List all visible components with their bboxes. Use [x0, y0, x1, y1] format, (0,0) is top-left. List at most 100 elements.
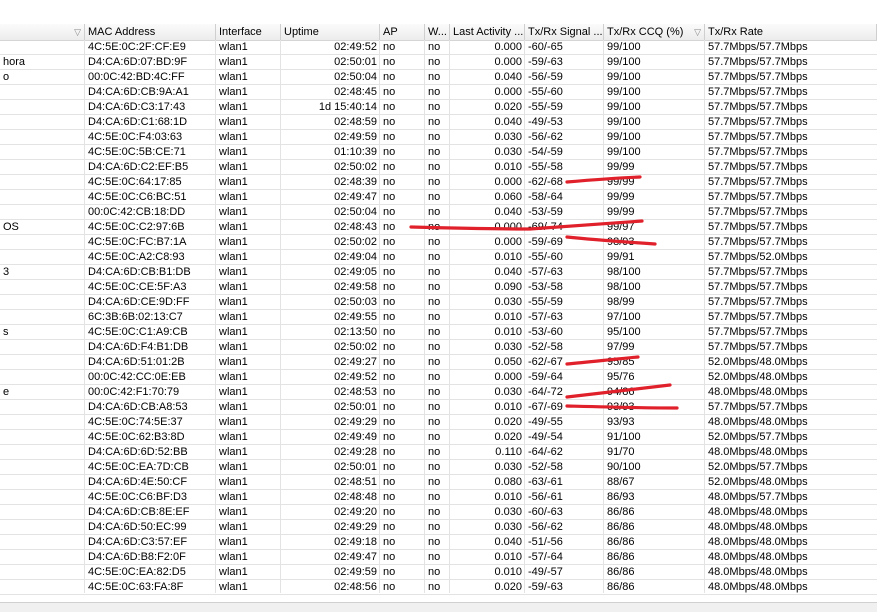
column-header-ccq[interactable]: Tx/Rx CCQ (%) ▽ — [604, 24, 705, 40]
table-row[interactable]: D4:CA:6D:B8:F2:0F wlan1 02:49:47 no no 0.010-… — [0, 550, 877, 565]
cell-uptime: 02:49:59 — [334, 566, 377, 578]
cell-w: no — [428, 131, 441, 143]
cell-sig: -49/-55 — [528, 416, 563, 428]
cell-uptime: 02:49:47 — [334, 191, 377, 203]
table-row[interactable]: 00:0C:42:CB:18:DD wlan1 02:50:04 no no 0.040-… — [0, 205, 877, 220]
table-row[interactable]: D4:CA:6D:F4:B1:DB wlan1 02:50:02 no no 0.030-… — [0, 340, 877, 355]
cell-ap: no — [383, 491, 396, 503]
cell-sig: -56/-62 — [528, 521, 563, 533]
cell-name — [0, 505, 85, 519]
table-row[interactable]: D4:CA:6D:CB:9A:A1 wlan1 02:48:45 no no 0.000-… — [0, 85, 877, 100]
column-header-sig[interactable]: Tx/Rx Signal ... — [525, 24, 604, 40]
table-row[interactable]: D4:CA:6D:C3:57:EF wlan1 02:49:18 no no 0.040-… — [0, 535, 877, 550]
column-header-mac[interactable]: MAC Address — [85, 24, 216, 40]
cell-ap: no — [383, 551, 396, 563]
cell-rate: 57.7Mbps/57.7Mbps — [708, 146, 808, 158]
cell-ap: no — [383, 536, 396, 548]
cell-sig: -56/-61 — [528, 491, 563, 503]
table-row[interactable]: OS 4C:5E:0C:C2:97:6B wlan1 02:48:43 no no 0.00… — [0, 220, 877, 235]
column-header-uptime[interactable]: Uptime — [281, 24, 380, 40]
table-row[interactable]: 4C:5E:0C:64:17:85 wlan1 02:48:39 no no 0.000-… — [0, 175, 877, 190]
column-header-ap[interactable]: AP — [380, 24, 425, 40]
cell-uptime: 02:50:01 — [334, 56, 377, 68]
table-row[interactable]: D4:CA:6D:C1:68:1D wlan1 02:48:59 no no 0.040-… — [0, 115, 877, 130]
cell-sig: -55/-60 — [528, 86, 563, 98]
cell-iface: wlan1 — [219, 236, 248, 248]
table-row[interactable]: hora D4:CA:6D:07:BD:9F wlan1 02:50:01 no no 0.… — [0, 55, 877, 70]
cell-w: no — [428, 161, 441, 173]
cell-w: no — [428, 296, 441, 308]
cell-ccq: 86/86 — [607, 566, 635, 578]
column-header-iface[interactable]: Interface — [216, 24, 281, 40]
cell-ccq: 86/86 — [607, 506, 635, 518]
cell-sig: -57/-63 — [528, 266, 563, 278]
cell-ccq: 91/100 — [607, 431, 641, 443]
table-row[interactable]: o 00:0C:42:BD:4C:FF wlan1 02:50:04 no no 0.040… — [0, 70, 877, 85]
cell-rate: 48.0Mbps/48.0Mbps — [708, 566, 808, 578]
table-row[interactable]: D4:CA:6D:4E:50:CF wlan1 02:48:51 no no 0.080-… — [0, 475, 877, 490]
cell-mac: 6C:3B:6B:02:13:C7 — [88, 311, 183, 323]
cell-ap: no — [383, 221, 396, 233]
cell-uptime: 02:50:03 — [334, 296, 377, 308]
column-header-name[interactable]: ▽ — [0, 24, 85, 40]
cell-rate: 57.7Mbps/57.7Mbps — [708, 86, 808, 98]
table-row[interactable]: 4C:5E:0C:A2:C8:93 wlan1 02:49:04 no no 0.010-… — [0, 250, 877, 265]
cell-iface: wlan1 — [219, 221, 248, 233]
table-row[interactable]: 00:0C:42:CC:0E:EB wlan1 02:49:52 no no 0.000-… — [0, 370, 877, 385]
cell-sig: -59/-63 — [528, 56, 563, 68]
table-row[interactable]: D4:CA:6D:CB:8E:EF wlan1 02:49:20 no no 0.030-… — [0, 505, 877, 520]
table-row[interactable]: D4:CA:6D:50:EC:99 wlan1 02:49:29 no no 0.030-… — [0, 520, 877, 535]
column-header-rate[interactable]: Tx/Rx Rate — [705, 24, 877, 40]
table-row[interactable]: 4C:5E:0C:F4:03:63 wlan1 02:49:59 no no 0.030-… — [0, 130, 877, 145]
table-row[interactable]: e 00:0C:42:F1:70:79 wlan1 02:48:53 no no 0.030… — [0, 385, 877, 400]
cell-iface: wlan1 — [219, 251, 248, 263]
cell-last: 0.080 — [494, 476, 522, 488]
cell-last: 0.030 — [494, 146, 522, 158]
table-row[interactable]: 4C:5E:0C:74:5E:37 wlan1 02:49:29 no no 0.020-… — [0, 415, 877, 430]
cell-ap: no — [383, 581, 396, 593]
cell-last: 0.000 — [494, 221, 522, 233]
table-row[interactable]: D4:CA:6D:C3:17:43 wlan1 1d 15:40:14 no no 0.0… — [0, 100, 877, 115]
cell-name — [0, 550, 85, 564]
cell-ccq: 99/100 — [607, 131, 641, 143]
cell-sig: -55/-60 — [528, 251, 563, 263]
column-header-label: Interface — [219, 26, 262, 38]
cell-ccq: 99/99 — [607, 161, 635, 173]
table-row[interactable]: 6C:3B:6B:02:13:C7 wlan1 02:49:55 no no 0.010-… — [0, 310, 877, 325]
cell-ccq: 99/100 — [607, 71, 641, 83]
table-row[interactable]: 4C:5E:0C:5B:CE:71 wlan1 01:10:39 no no 0.030-… — [0, 145, 877, 160]
cell-rate: 57.7Mbps/57.7Mbps — [708, 206, 808, 218]
table-row[interactable]: D4:CA:6D:6D:52:BB wlan1 02:49:28 no no 0.110-… — [0, 445, 877, 460]
cell-sig: -59/-63 — [528, 581, 563, 593]
cell-ccq: 91/70 — [607, 446, 635, 458]
table-row[interactable]: D4:CA:6D:C2:EF:B5 wlan1 02:50:02 no no 0.010-… — [0, 160, 877, 175]
cell-last: 0.040 — [494, 536, 522, 548]
table-row[interactable]: 4C:5E:0C:CE:5F:A3 wlan1 02:49:58 no no 0.090-… — [0, 280, 877, 295]
column-header-w[interactable]: W... — [425, 24, 450, 40]
table-row[interactable]: D4:CA:6D:51:01:2B wlan1 02:49:27 no no 0.050-… — [0, 355, 877, 370]
table-row[interactable]: 3 D4:CA:6D:CB:B1:DB wlan1 02:49:05 no no 0.040… — [0, 265, 877, 280]
cell-ccq: 86/86 — [607, 536, 635, 548]
table-row[interactable]: D4:CA:6D:CE:9D:FF wlan1 02:50:03 no no 0.030-… — [0, 295, 877, 310]
cell-w: no — [428, 56, 441, 68]
table-row[interactable]: 4C:5E:0C:C6:BF:D3 wlan1 02:48:48 no no 0.010-… — [0, 490, 877, 505]
table-row[interactable]: 4C:5E:0C:62:B3:8D wlan1 02:49:49 no no 0.020-… — [0, 430, 877, 445]
cell-uptime: 02:49:20 — [334, 506, 377, 518]
cell-mac: 4C:5E:0C:64:17:85 — [88, 176, 182, 188]
table-row[interactable]: 4C:5E:0C:EA:7D:CB wlan1 02:50:01 no no 0.030-… — [0, 460, 877, 475]
column-header-last[interactable]: Last Activity ... — [450, 24, 525, 40]
cell-uptime: 02:50:01 — [334, 401, 377, 413]
table-row[interactable]: 4C:5E:0C:63:FA:8F wlan1 02:48:56 no no 0.020-… — [0, 580, 877, 595]
table-row[interactable]: D4:CA:6D:CB:A8:53 wlan1 02:50:01 no no 0.010-… — [0, 400, 877, 415]
cell-last: 0.010 — [494, 311, 522, 323]
table-row[interactable]: 4C:5E:0C:C6:BC:51 wlan1 02:49:47 no no 0.060-… — [0, 190, 877, 205]
cell-w: no — [428, 176, 441, 188]
table-row[interactable]: 4C:5E:0C:FC:B7:1A wlan1 02:50:02 no no 0.000-… — [0, 235, 877, 250]
table-row[interactable]: 4C:5E:0C:EA:82:D5 wlan1 02:49:59 no no 0.010-… — [0, 565, 877, 580]
table-row[interactable]: s 4C:5E:0C:C1:A9:CB wlan1 02:13:50 no no 0.010… — [0, 325, 877, 340]
table-row[interactable]: 4C:5E:0C:2F:CF:E9 wlan1 02:49:52 no no 0.000-… — [0, 40, 877, 55]
cell-iface: wlan1 — [219, 131, 248, 143]
cell-uptime: 02:49:52 — [334, 41, 377, 53]
cell-sig: -56/-59 — [528, 71, 563, 83]
cell-sig: -49/-53 — [528, 116, 563, 128]
